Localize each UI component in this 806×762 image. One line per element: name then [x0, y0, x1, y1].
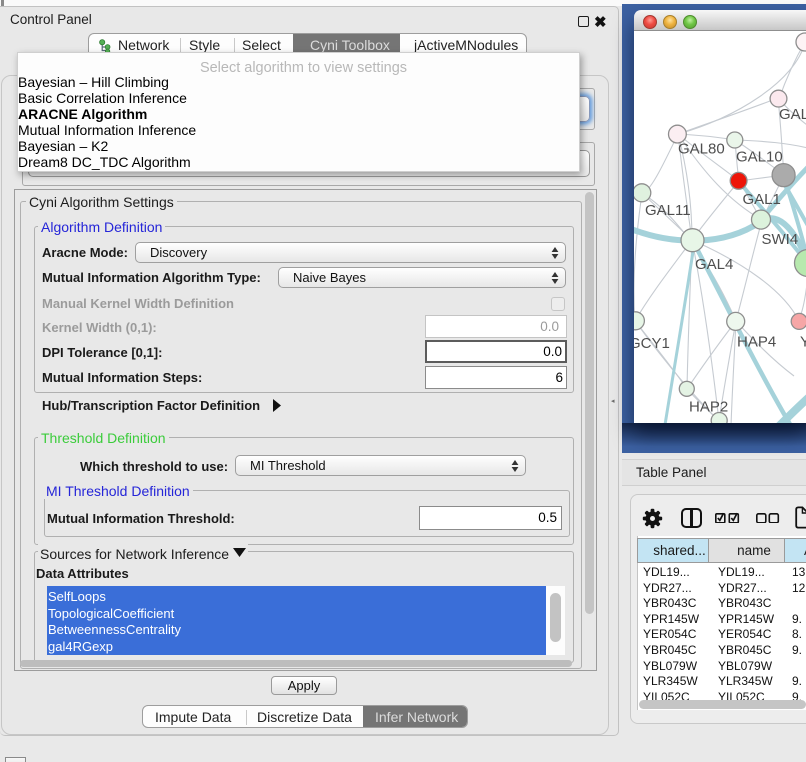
- svg-text:GAL7: GAL7: [779, 106, 806, 123]
- svg-text:GAL80: GAL80: [678, 141, 725, 158]
- svg-text:GCY1: GCY1: [634, 335, 670, 352]
- svg-text:YD: YD: [800, 334, 806, 351]
- svg-text:GAL4: GAL4: [695, 256, 733, 273]
- svg-text:SWI4: SWI4: [762, 231, 799, 248]
- svg-text:GAL1: GAL1: [743, 191, 781, 208]
- svg-text:GAL11: GAL11: [645, 202, 691, 219]
- svg-text:HAP4: HAP4: [737, 334, 776, 351]
- svg-text:GAL10: GAL10: [736, 149, 783, 166]
- svg-text:HAP2: HAP2: [689, 399, 728, 416]
